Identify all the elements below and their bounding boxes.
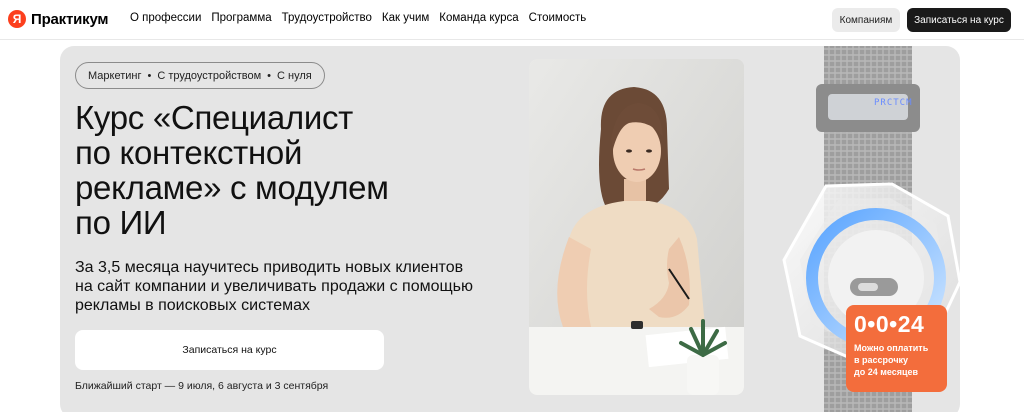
main-nav: О профессии Программа Трудоустройство Ка…: [130, 12, 596, 24]
description-line: на сайт компании и увеличивать продажи с…: [75, 278, 474, 295]
installment-note: Можно оплатить в рассрочку до 24 месяцев: [854, 342, 939, 378]
nav-item-program[interactable]: Программа: [211, 12, 271, 24]
top-navigation: Я Практикум О профессии Программа Трудоу…: [0, 0, 1024, 40]
description-line: рекламы в поисковых системах: [75, 297, 311, 314]
title-line: Курс «Специалист: [75, 99, 353, 136]
installment-line: в рассрочку: [854, 355, 909, 365]
logo-text: Практикум: [31, 10, 109, 28]
title-line: по ИИ: [75, 204, 167, 241]
tag-with-employment: С трудоустройством: [157, 69, 262, 82]
installment-line: до 24 месяцев: [854, 367, 919, 377]
nav-item-course-team[interactable]: Команда курса: [439, 12, 518, 24]
tag-separator: •: [147, 69, 152, 82]
hero-section: Маркетинг • С трудоустройством • С нуля …: [60, 46, 960, 418]
tag-from-scratch: С нуля: [277, 69, 312, 82]
student-photo: [529, 59, 744, 395]
nav-item-how-we-teach[interactable]: Как учим: [382, 12, 429, 24]
tag-separator: •: [267, 69, 272, 82]
nav-item-employment[interactable]: Трудоустройство: [282, 12, 372, 24]
page-title: Курс «Специалист по контекстной рекламе»…: [75, 100, 515, 240]
next-start-dates: Ближайший старт — 9 июля, 6 августа и 3 …: [75, 380, 329, 392]
title-line: по контекстной: [75, 134, 303, 171]
device-screen-text: PRCTCM: [874, 98, 913, 108]
badge-zero-percent: 0•0•24: [854, 311, 925, 337]
enroll-button-header[interactable]: Записаться на курс: [907, 8, 1011, 32]
course-description: За 3,5 месяца научитесь приводить новых …: [75, 258, 515, 315]
enroll-button-hero[interactable]: Записаться на курс: [75, 330, 384, 370]
logo[interactable]: Я Практикум: [8, 10, 109, 28]
nav-item-price[interactable]: Стоимость: [529, 12, 587, 24]
title-line: рекламе» с модулем: [75, 169, 389, 206]
yandex-logo-icon: Я: [8, 10, 26, 28]
installment-line: Можно оплатить: [854, 343, 929, 353]
companies-button[interactable]: Компаниям: [832, 8, 900, 32]
course-tags: Маркетинг • С трудоустройством • С нуля: [75, 62, 325, 89]
tag-marketing: Маркетинг: [88, 69, 142, 82]
description-line: За 3,5 месяца научитесь приводить новых …: [75, 259, 464, 276]
next-section-edge: [60, 412, 960, 418]
nav-item-about-profession[interactable]: О профессии: [130, 12, 201, 24]
installment-badge: 0•0•24 Можно оплатить в рассрочку до 24 …: [846, 305, 947, 392]
